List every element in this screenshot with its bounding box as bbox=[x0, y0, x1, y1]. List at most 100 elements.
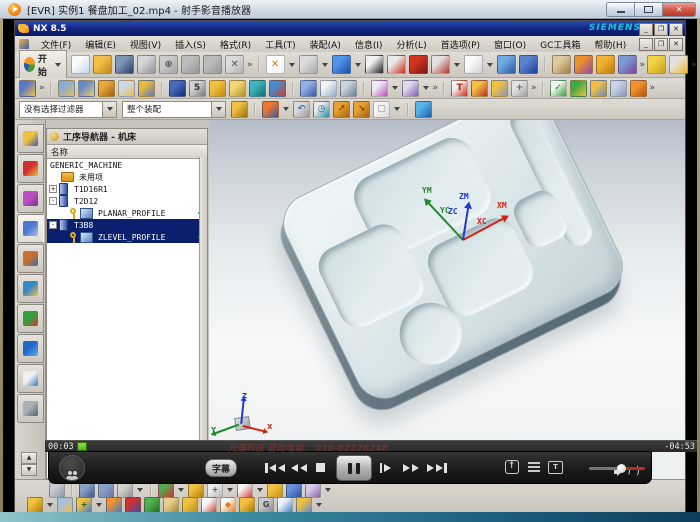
toolbar-overflow-button[interactable]: » bbox=[39, 83, 44, 93]
sphere-gold-icon[interactable] bbox=[27, 497, 43, 513]
dropdown-caret-icon[interactable] bbox=[178, 488, 184, 492]
operation-navigator-tab[interactable] bbox=[17, 214, 44, 243]
menu-gc-toolbox[interactable]: GC工具箱 bbox=[533, 38, 587, 51]
th-red-icon[interactable]: T bbox=[451, 80, 468, 97]
snap-point-icon[interactable] bbox=[158, 482, 174, 498]
nx-close-button[interactable]: ✕ bbox=[669, 23, 683, 36]
clip-section-icon[interactable] bbox=[409, 55, 428, 74]
toolbar-overflow-button[interactable]: » bbox=[650, 83, 655, 93]
print-icon[interactable] bbox=[137, 55, 156, 74]
mdi-minimize-button[interactable]: _ bbox=[639, 38, 653, 51]
p-flag-icon[interactable] bbox=[630, 80, 647, 97]
spark-icon[interactable] bbox=[596, 55, 615, 74]
menu-file[interactable]: 文件(F) bbox=[34, 38, 78, 51]
select-scope-icon[interactable] bbox=[402, 80, 419, 97]
cam-axis-icon[interactable] bbox=[19, 80, 36, 97]
open-icon[interactable] bbox=[93, 55, 112, 74]
wcs-crosshair-icon[interactable]: ⊕ bbox=[159, 55, 178, 74]
menu-edit[interactable]: 编辑(E) bbox=[78, 38, 123, 51]
screenshot-button[interactable]: T bbox=[548, 460, 563, 474]
mdi-close-button[interactable]: ✕ bbox=[669, 38, 683, 51]
measure-icon[interactable] bbox=[574, 55, 593, 74]
progress-indicator[interactable] bbox=[77, 442, 87, 451]
close-window-icon[interactable]: ✕ bbox=[266, 55, 285, 74]
dots-gold-icon[interactable] bbox=[182, 497, 198, 513]
clamp-gray-icon[interactable]: G bbox=[258, 497, 274, 513]
dropdown-caret-icon[interactable] bbox=[322, 63, 328, 67]
split-green-icon[interactable] bbox=[144, 497, 160, 513]
menu-preferences[interactable]: 首选项(P) bbox=[434, 38, 487, 51]
pencil-orange-icon[interactable] bbox=[106, 497, 122, 513]
select-box-icon[interactable] bbox=[262, 101, 279, 118]
pause-button[interactable] bbox=[336, 455, 372, 481]
diamond-orange-icon[interactable]: ◆ bbox=[220, 497, 236, 513]
find-icon[interactable] bbox=[618, 55, 637, 74]
collapse-minus-icon[interactable]: - bbox=[49, 221, 57, 229]
playlist-button[interactable] bbox=[526, 460, 541, 474]
render-style-icon[interactable] bbox=[365, 55, 384, 74]
tree-row-generic-machine[interactable]: GENERIC_MACHINE bbox=[47, 159, 207, 171]
section-axis-icon[interactable] bbox=[431, 55, 450, 74]
user-avatar-button[interactable] bbox=[59, 455, 85, 481]
hd3d-tab[interactable] bbox=[17, 364, 44, 393]
process-assistant-tab[interactable] bbox=[17, 274, 44, 303]
layer-bars-icon[interactable] bbox=[647, 55, 666, 74]
magnify-gold-icon[interactable] bbox=[163, 497, 179, 513]
frame-step-button[interactable] bbox=[377, 459, 393, 476]
new-part-icon[interactable] bbox=[71, 55, 90, 74]
previous-button[interactable] bbox=[265, 459, 285, 476]
machine-tool-navigator-tab[interactable] bbox=[17, 244, 44, 273]
key-red-icon[interactable] bbox=[471, 80, 488, 97]
box-gold-plus-icon[interactable]: + bbox=[76, 497, 92, 513]
empty-view-icon[interactable] bbox=[464, 55, 483, 74]
part-navigator-tab[interactable] bbox=[17, 184, 44, 213]
grid-blue-icon[interactable] bbox=[277, 497, 293, 513]
copy-disabled-icon[interactable] bbox=[203, 55, 222, 74]
pair-blue2-icon[interactable] bbox=[98, 482, 114, 498]
delay-clock-icon[interactable] bbox=[340, 80, 357, 97]
selection-scope-dropdown[interactable]: 整个装配 bbox=[122, 101, 226, 118]
reuse-library-tab[interactable] bbox=[17, 304, 44, 333]
share-upload-button[interactable]: ↑ bbox=[504, 460, 519, 474]
shaded-cube-icon[interactable] bbox=[415, 101, 432, 118]
tree-row-t3b8[interactable]: - T3B8 bbox=[47, 219, 207, 231]
navigator-scrollbar[interactable] bbox=[199, 157, 207, 478]
rotate-view-icon[interactable] bbox=[519, 55, 538, 74]
plus-gray-icon[interactable]: + bbox=[511, 80, 528, 97]
menu-window[interactable]: 窗口(O) bbox=[487, 38, 533, 51]
fast-forward-button[interactable] bbox=[401, 459, 421, 476]
dropdown-caret-icon[interactable] bbox=[316, 503, 322, 507]
chip-white-red-icon[interactable] bbox=[201, 497, 217, 513]
plus-big-icon[interactable]: + bbox=[207, 482, 223, 498]
sketch-icon[interactable] bbox=[299, 55, 318, 74]
constraint-navigator-tab[interactable] bbox=[17, 154, 44, 183]
menu-insert[interactable]: 插入(S) bbox=[168, 38, 213, 51]
dropdown-caret-icon[interactable] bbox=[96, 503, 102, 507]
dropdown-caret-icon[interactable] bbox=[283, 107, 289, 111]
select-cursor-icon[interactable] bbox=[371, 80, 388, 97]
cylinder-gold-icon[interactable] bbox=[267, 482, 283, 498]
nx-restore-button[interactable]: ❐ bbox=[654, 23, 668, 36]
tree-row-unused-items[interactable]: 未用项 bbox=[47, 171, 207, 183]
shaded-view-icon[interactable] bbox=[332, 55, 351, 74]
delete-icon[interactable]: ✕ bbox=[225, 55, 244, 74]
nx-minimize-button[interactable]: _ bbox=[639, 23, 653, 36]
pan-view-icon[interactable] bbox=[497, 55, 516, 74]
minimize-button[interactable] bbox=[606, 2, 634, 17]
menu-assemblies[interactable]: 装配(A) bbox=[303, 38, 348, 51]
menu-analysis[interactable]: 分析(L) bbox=[390, 38, 434, 51]
dropdown-caret-icon[interactable] bbox=[392, 86, 398, 90]
rect-select-icon[interactable]: ▢ bbox=[373, 101, 390, 118]
verify-tool-path-icon[interactable] bbox=[98, 80, 115, 97]
toolbar-overflow-button[interactable]: » bbox=[640, 60, 645, 70]
dropdown-caret-icon[interactable] bbox=[325, 488, 331, 492]
burst-gold-icon[interactable] bbox=[209, 80, 226, 97]
doc-icon[interactable] bbox=[320, 80, 337, 97]
postprocess-icon[interactable] bbox=[138, 80, 155, 97]
graphics-viewport[interactable]: XM XC YM YC ZM ZC Y X Z bbox=[209, 120, 685, 479]
section-view-icon[interactable] bbox=[387, 55, 406, 74]
tree-row-t2d12[interactable]: - T2D12 bbox=[47, 195, 207, 207]
machining-5x-icon[interactable]: 5 bbox=[189, 80, 206, 97]
cube-blue-icon[interactable] bbox=[286, 482, 302, 498]
dropdown-caret-icon[interactable] bbox=[289, 63, 295, 67]
